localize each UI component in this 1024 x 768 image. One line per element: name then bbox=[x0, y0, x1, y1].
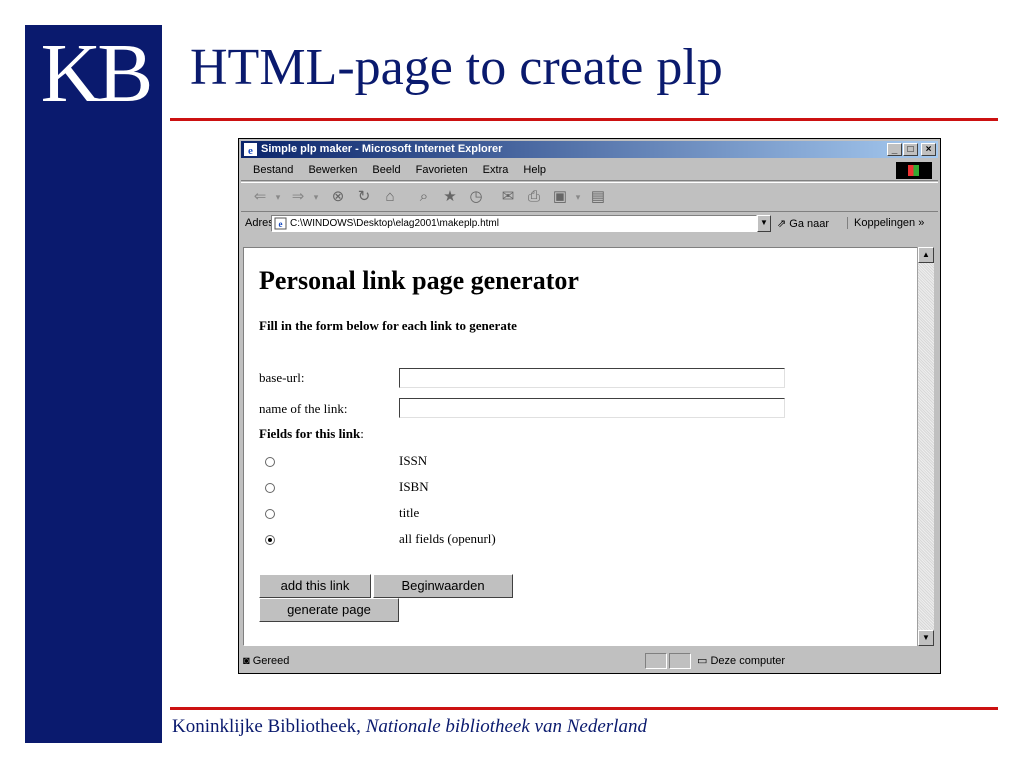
back-icon[interactable]: ⇐ bbox=[249, 188, 271, 206]
refresh-icon[interactable]: ↻ bbox=[353, 188, 375, 206]
history-icon[interactable]: ◷ bbox=[465, 188, 487, 206]
status-page-icon: ◙ bbox=[243, 655, 250, 667]
menu-bar: Bestand Bewerken Beeld Favorieten Extra … bbox=[241, 161, 938, 181]
fields-header-colon: : bbox=[360, 426, 364, 441]
back-dropdown-icon[interactable]: ▾ bbox=[273, 188, 283, 206]
minimize-button[interactable]: _ bbox=[887, 143, 902, 156]
menu-bestand[interactable]: Bestand bbox=[253, 164, 293, 176]
scroll-up-icon[interactable]: ▲ bbox=[918, 247, 934, 263]
computer-icon: ▭ bbox=[697, 655, 708, 667]
vertical-scrollbar[interactable]: ▲ ▼ bbox=[917, 247, 934, 646]
page-intro: Fill in the form below for each link to … bbox=[259, 318, 517, 333]
status-text: ◙ Gereed bbox=[243, 651, 289, 671]
generate-page-button[interactable]: generate page bbox=[259, 598, 399, 622]
status-cell-2 bbox=[669, 653, 691, 669]
forward-dropdown-icon[interactable]: ▾ bbox=[311, 188, 321, 206]
window-titlebar[interactable]: e Simple plp maker - Microsoft Internet E… bbox=[241, 141, 938, 158]
base-url-input[interactable] bbox=[399, 368, 785, 388]
link-name-label: name of the link: bbox=[259, 401, 348, 416]
zone-label: Deze computer bbox=[710, 655, 786, 667]
address-label: Adres bbox=[245, 217, 274, 229]
link-name-input[interactable] bbox=[399, 398, 785, 418]
page-icon: e bbox=[274, 217, 287, 230]
edit-dropdown-icon[interactable]: ▾ bbox=[573, 188, 583, 206]
radio-isbn[interactable] bbox=[265, 483, 275, 493]
slide-footer: Koninklijke Bibliotheek, Nationale bibli… bbox=[172, 716, 647, 738]
address-dropdown-icon[interactable]: ▼ bbox=[757, 215, 771, 232]
svg-text:e: e bbox=[248, 145, 253, 156]
reset-button[interactable]: Beginwaarden bbox=[373, 574, 513, 598]
top-rule bbox=[170, 118, 998, 121]
discuss-icon[interactable]: ▤ bbox=[587, 188, 609, 206]
go-button[interactable]: ⇗ Ga naar bbox=[777, 217, 829, 230]
address-bar: Adres e C:\WINDOWS\Desktop\elag2001\make… bbox=[241, 213, 938, 235]
status-cell-1 bbox=[645, 653, 667, 669]
option-all-fields-label: all fields (openurl) bbox=[399, 531, 496, 546]
windows-logo-icon bbox=[896, 162, 932, 179]
option-title-label: title bbox=[399, 505, 420, 520]
footer-subtitle: Nationale bibliotheek van Nederland bbox=[365, 716, 647, 737]
menu-help[interactable]: Help bbox=[523, 164, 546, 176]
add-link-button[interactable]: add this link bbox=[259, 574, 371, 598]
mail-icon[interactable]: ✉ bbox=[497, 188, 519, 206]
status-zone: ▭ Deze computer bbox=[697, 651, 785, 671]
edit-icon[interactable]: ▣ bbox=[549, 188, 571, 206]
print-icon[interactable]: ⎙ bbox=[523, 188, 545, 206]
radio-title[interactable] bbox=[265, 509, 275, 519]
maximize-button[interactable]: □ bbox=[903, 143, 918, 156]
slide-title: HTML-page to create plp bbox=[190, 39, 723, 96]
go-arrow-icon: ⇗ bbox=[777, 218, 787, 230]
standard-toolbar: ⇐ ▾ ⇒ ▾ ⊗ ↻ ⌂ ⌕ ★ ◷ ✉ ⎙ ▣ ▾ ▤ bbox=[241, 182, 938, 212]
bottom-rule bbox=[170, 707, 998, 710]
kb-logo: KB bbox=[40, 27, 154, 120]
svg-text:e: e bbox=[279, 219, 283, 229]
ie-icon: e bbox=[244, 143, 257, 156]
base-url-label: base-url: bbox=[259, 370, 305, 385]
forward-icon[interactable]: ⇒ bbox=[287, 188, 309, 206]
radio-all-fields[interactable] bbox=[265, 535, 275, 545]
close-button[interactable]: × bbox=[921, 143, 936, 156]
go-label: Ga naar bbox=[789, 218, 830, 230]
menu-extra[interactable]: Extra bbox=[483, 164, 509, 176]
browser-window: e Simple plp maker - Microsoft Internet E… bbox=[238, 138, 941, 674]
address-value: C:\WINDOWS\Desktop\elag2001\makeplp.html bbox=[290, 218, 499, 229]
slide-side-bar bbox=[25, 25, 162, 743]
links-button[interactable]: Koppelingen » bbox=[847, 217, 924, 229]
status-bar: ◙ Gereed ▭ Deze computer bbox=[241, 651, 938, 671]
menu-favorieten[interactable]: Favorieten bbox=[416, 164, 468, 176]
radio-issn[interactable] bbox=[265, 457, 275, 467]
menu-beeld[interactable]: Beeld bbox=[372, 164, 400, 176]
stop-icon[interactable]: ⊗ bbox=[327, 188, 349, 206]
home-icon[interactable]: ⌂ bbox=[379, 188, 401, 206]
scroll-down-icon[interactable]: ▼ bbox=[918, 630, 934, 646]
favorites-icon[interactable]: ★ bbox=[439, 188, 461, 206]
status-label: Gereed bbox=[252, 655, 290, 667]
fields-header-text: Fields for this link bbox=[259, 426, 361, 441]
footer-org: Koninklijke Bibliotheek, bbox=[172, 716, 366, 737]
page-heading: Personal link page generator bbox=[259, 266, 579, 295]
address-input[interactable]: e C:\WINDOWS\Desktop\elag2001\makeplp.ht… bbox=[271, 215, 757, 232]
fields-header: Fields for this link: bbox=[259, 426, 364, 442]
window-title: Simple plp maker - Microsoft Internet Ex… bbox=[261, 143, 503, 155]
window-controls: _ □ × bbox=[886, 143, 936, 156]
option-issn-label: ISSN bbox=[399, 453, 428, 468]
page-content: Personal link page generator Fill in the… bbox=[243, 247, 920, 646]
search-icon[interactable]: ⌕ bbox=[413, 188, 435, 206]
menu-bewerken[interactable]: Bewerken bbox=[308, 164, 357, 176]
option-isbn-label: ISBN bbox=[399, 479, 429, 494]
